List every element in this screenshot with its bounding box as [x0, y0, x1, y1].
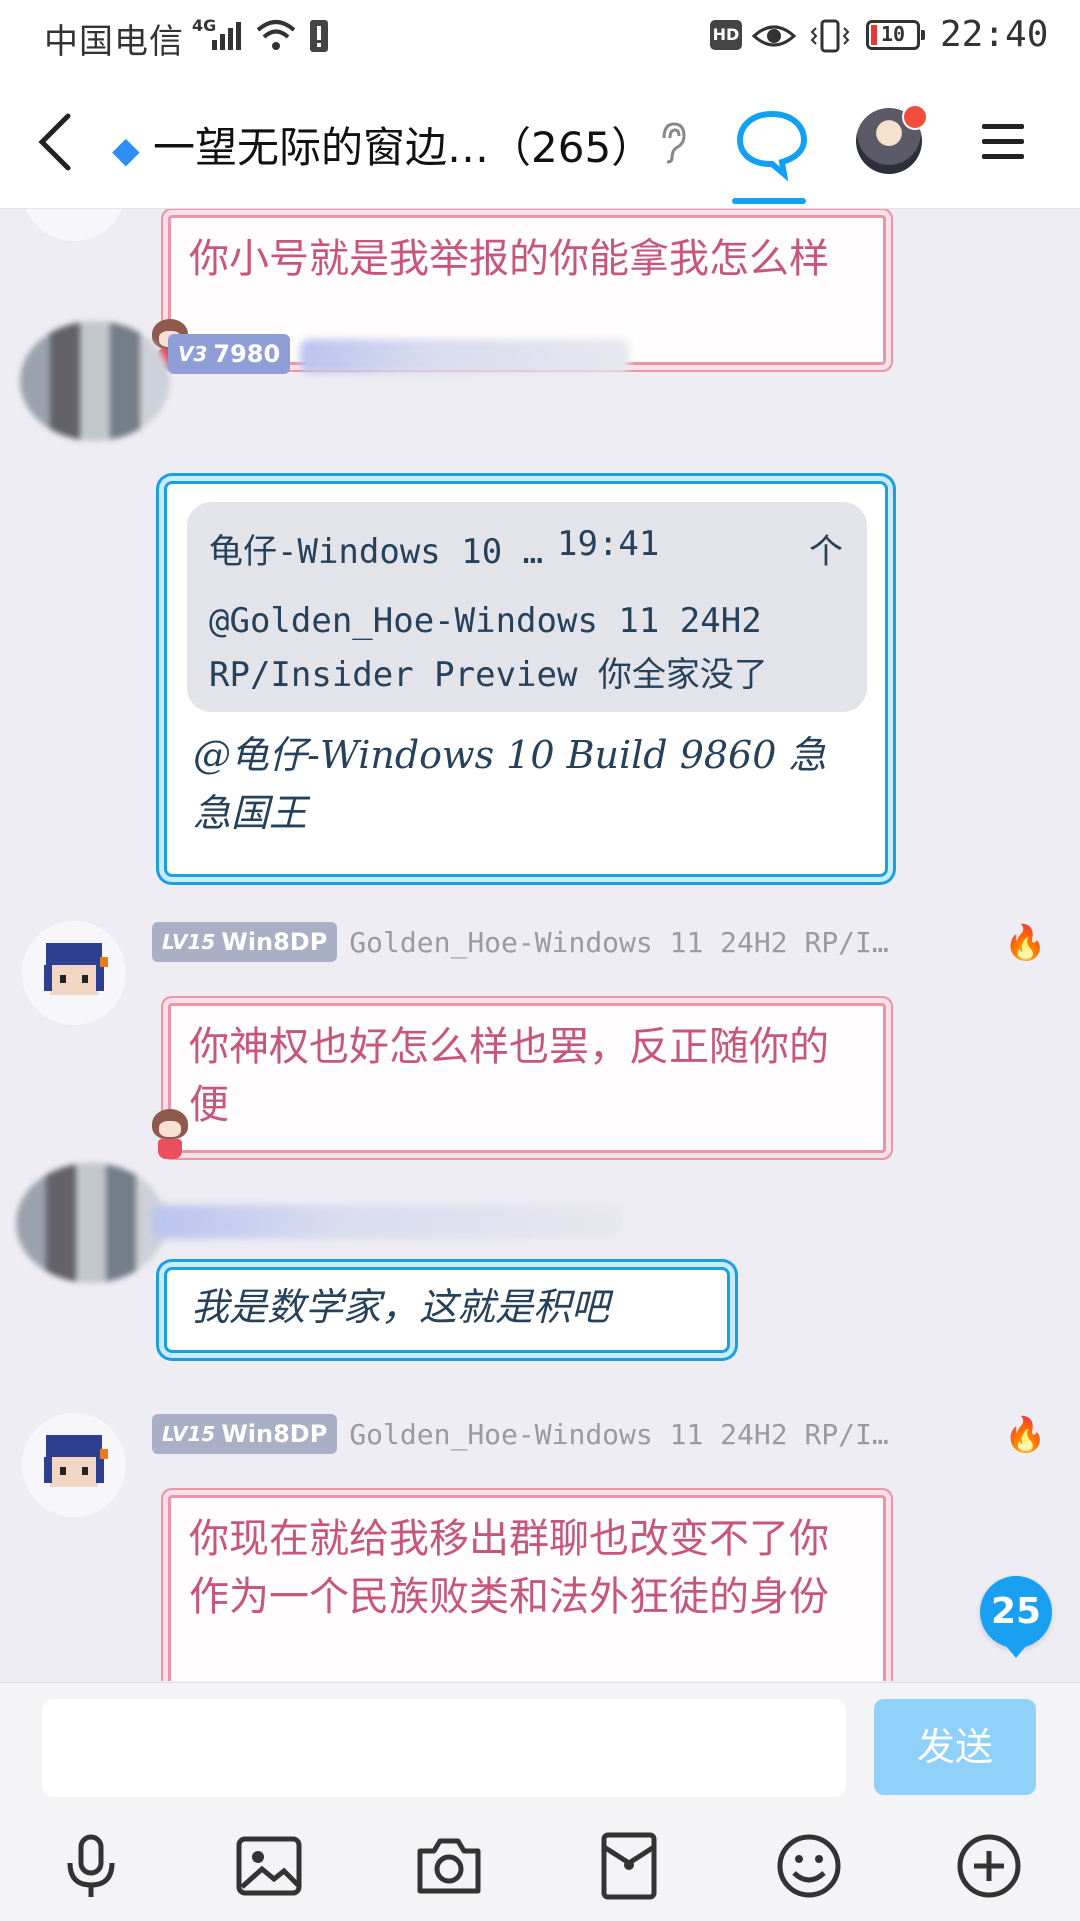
message-list[interactable]: 你小号就是我举报的你能拿我怎么样 V3 7980 龟仔-Windows 10 ……: [0, 209, 1080, 1681]
emoji-icon[interactable]: [774, 1831, 844, 1901]
notification-dot: [902, 104, 928, 130]
sender-meta: LV15 Win8DP Golden_Hoe-Windows 11 24H2 R…: [152, 1413, 889, 1455]
send-button[interactable]: 发送: [874, 1699, 1036, 1795]
active-tab-indicator: [732, 198, 806, 204]
quote-time: 19:41: [557, 524, 660, 564]
message-bubble[interactable]: 龟仔-Windows 10 … 19:41 个 @Golden_Hoe-Wind…: [164, 481, 888, 877]
input-bar: 发送: [0, 1682, 1080, 1921]
sender-avatar[interactable]: [22, 209, 126, 241]
quoted-reply[interactable]: 龟仔-Windows 10 … 19:41 个 @Golden_Hoe-Wind…: [187, 502, 867, 712]
bubble-character-decoration: [148, 1109, 192, 1161]
message-text: 我是数学家，这就是积吧: [191, 1285, 610, 1329]
message-bubble[interactable]: 我是数学家，这就是积吧: [164, 1267, 730, 1353]
sender-avatar[interactable]: [22, 1413, 126, 1517]
sender-avatar[interactable]: [20, 321, 170, 441]
level-badge: LV15 Win8DP: [152, 1414, 338, 1454]
sender-nickname[interactable]: Golden_Hoe-Windows 11 24H2 RP/I…: [349, 1418, 888, 1451]
level-badge: V3 7980: [168, 334, 291, 374]
chat-title[interactable]: ◆ 一望无际的窗边…（265）: [112, 114, 653, 175]
hamburger-menu-icon[interactable]: [980, 120, 1026, 164]
message-bubble[interactable]: 你神权也好怎么样也罢，反正随你的便: [168, 1003, 886, 1153]
carrier-label: 中国电信: [44, 22, 184, 62]
message-text: @龟仔-Windows 10 Build 9860 急急国王: [193, 733, 827, 835]
level-badge: LV15 Win8DP: [152, 922, 338, 962]
fire-icon: 🔥: [1004, 1415, 1047, 1455]
signal-icon: [212, 22, 241, 50]
vibrate-icon: [810, 19, 850, 53]
sender-avatar[interactable]: [16, 1163, 166, 1283]
chat-header: ◆ 一望无际的窗边…（265）: [0, 76, 1080, 209]
status-bar: 中国电信 4G HD 10 22:40: [0, 0, 1080, 76]
message-text: 你小号就是我举报的你能拿我怎么样: [189, 236, 829, 282]
red-packet-icon[interactable]: [594, 1831, 664, 1901]
quote-text: @Golden_Hoe-Windows 11 24H2 RP/Insider P…: [209, 601, 768, 695]
camera-icon[interactable]: [414, 1831, 484, 1901]
sender-name-blurred: [300, 339, 630, 373]
wifi-icon: [256, 20, 296, 50]
group-avatar[interactable]: [856, 104, 928, 174]
plus-icon[interactable]: [954, 1831, 1024, 1901]
chat-bubble-icon[interactable]: [732, 102, 812, 182]
sender-meta: LV15 Win8DP Golden_Hoe-Windows 11 24H2 R…: [152, 921, 889, 963]
message-bubble[interactable]: 你现在就给我移出群聊也改变不了你作为一个民族败类和法外狂徒的身份: [168, 1495, 886, 1681]
back-arrow-icon[interactable]: [36, 112, 76, 172]
battery-indicator: 10: [866, 20, 925, 50]
image-icon[interactable]: [234, 1831, 304, 1901]
quote-author: 龟仔-Windows 10 …: [209, 532, 544, 572]
eye-icon: [752, 25, 796, 47]
sender-name-blurred: [152, 1205, 622, 1239]
fire-icon: 🔥: [1004, 923, 1047, 963]
hd-badge: HD: [710, 20, 742, 50]
pixel-avatar-image: [44, 1435, 108, 1487]
sender-nickname[interactable]: Golden_Hoe-Windows 11 24H2 RP/I…: [349, 926, 888, 959]
sim-alert-icon: [310, 20, 328, 52]
message-text: 你神权也好怎么样也罢，反正随你的便: [189, 1024, 829, 1128]
sender-meta: V3 7980: [168, 333, 291, 375]
diamond-icon: ◆: [112, 130, 140, 171]
microphone-icon[interactable]: [56, 1831, 126, 1901]
pixel-avatar-image: [44, 943, 108, 995]
sender-avatar[interactable]: [22, 921, 126, 1025]
message-text: 你现在就给我移出群聊也改变不了你作为一个民族败类和法外狂徒的身份: [189, 1516, 829, 1620]
quote-jump-icon[interactable]: 个: [809, 524, 843, 573]
ear-icon[interactable]: [656, 120, 688, 164]
message-input[interactable]: [42, 1699, 846, 1797]
chat-title-text: 一望无际的窗边…（265）: [153, 123, 654, 172]
clock: 22:40: [940, 14, 1049, 55]
unread-count-badge[interactable]: 25: [980, 1576, 1052, 1658]
